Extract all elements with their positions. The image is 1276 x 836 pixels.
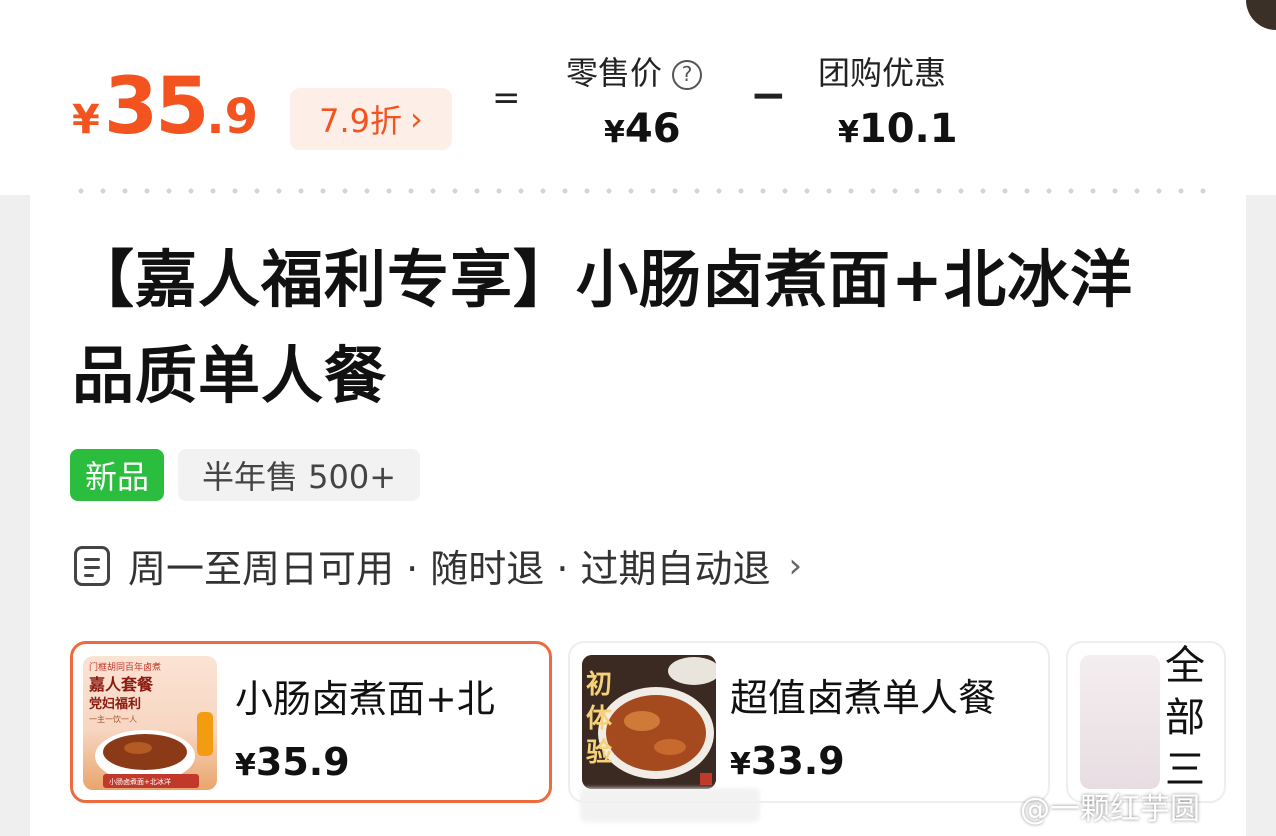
group-discount-label: 团购优惠 (818, 54, 947, 92)
currency-symbol: ¥ (730, 747, 751, 782)
obscured-text (580, 788, 760, 822)
all-packages-label: 全部 (1165, 643, 1205, 741)
all-packages-link[interactable]: 全部三 (1165, 640, 1207, 796)
thumb-text: 体 (586, 704, 613, 734)
currency-symbol: ¥ (72, 97, 100, 143)
currency-symbol: ¥ (838, 115, 859, 150)
package-name: 小肠卤煮面+北 (235, 677, 495, 721)
package-name: 超值卤煮单人餐 (730, 676, 997, 720)
weibo-watermark: @一颗红芋圆 (1020, 792, 1200, 827)
thumb-text: 小肠卤煮面+北冰洋 (109, 777, 171, 786)
stew-bowl-image: 初 体 验 (582, 655, 716, 789)
group-discount-number: 10.1 (858, 106, 958, 152)
meat-pieces (654, 739, 686, 755)
dotted-divider (70, 187, 1210, 195)
group-discount-value: ¥10.1 (838, 106, 958, 152)
package-option-2[interactable]: 初 体 验 超值卤煮单人餐 ¥33.9 (568, 641, 1050, 803)
package-thumbnail: 初 体 验 (582, 655, 716, 789)
noodle-bowl-image: 门框胡同百年卤煮 嘉人套餐 党妇福利 一主一饮一人 小肠卤煮面+北冰洋 (88, 661, 213, 788)
thumb-text: 一主一饮一人 (89, 714, 137, 724)
retail-price-value: ¥46 (604, 106, 681, 152)
usage-rules-text: 周一至周日可用 · 随时退 · 过期自动退 (128, 547, 771, 591)
package-price: ¥35.9 (235, 740, 350, 784)
thumb-text: 初 (586, 670, 612, 700)
package-price: ¥33.9 (730, 739, 845, 783)
thumb-text: 门框胡同百年卤煮 (89, 661, 161, 673)
currency-symbol: ¥ (235, 748, 256, 783)
usage-rules-row[interactable]: 周一至周日可用 · 随时退 · 过期自动退 › (74, 538, 802, 593)
package-price-number: 33.9 (750, 739, 845, 783)
deal-price: ¥ 35 .9 (72, 62, 258, 152)
retail-price-label: 零售价? (566, 48, 703, 94)
document-icon (74, 545, 110, 586)
currency-symbol: ¥ (604, 115, 625, 150)
package-thumbnail (1080, 655, 1160, 789)
thumb-text: 嘉人套餐 (88, 675, 154, 694)
equals-sign: = (492, 78, 521, 118)
thumb-text: 验 (586, 737, 612, 768)
discount-badge[interactable]: 7.9折 › (290, 88, 452, 150)
chevron-right-icon: › (410, 100, 423, 138)
deal-title: 【嘉人福利专享】小肠卤煮面+北冰洋品质单人餐 (72, 243, 1133, 412)
minus-sign: − (750, 70, 787, 121)
sales-count-tag: 半年售 500+ (178, 449, 420, 501)
discount-label: 7.9折 (319, 102, 403, 140)
seal-stamp (700, 773, 712, 785)
new-product-tag: 新品 (70, 449, 164, 501)
package-option-1[interactable]: 门框胡同百年卤煮 嘉人套餐 党妇福利 一主一饮一人 小肠卤煮面+北冰洋 小肠卤煮… (70, 641, 552, 803)
thumb-text: 党妇福利 (89, 696, 141, 712)
soda-bottle (197, 712, 213, 756)
price-integer: 35 (103, 62, 210, 152)
price-decimal: .9 (206, 89, 259, 145)
retail-price-number: 46 (624, 106, 681, 152)
stew-soup (606, 695, 706, 771)
chevron-right-icon: › (788, 545, 803, 586)
retail-price-label-text: 零售价 (566, 54, 663, 92)
meat-pieces (124, 742, 152, 754)
package-thumbnail: 门框胡同百年卤煮 嘉人套餐 党妇福利 一主一饮一人 小肠卤煮面+北冰洋 (83, 656, 217, 790)
help-icon[interactable]: ? (672, 60, 703, 90)
tofu-pieces (624, 711, 660, 731)
package-price-number: 35.9 (255, 740, 350, 784)
